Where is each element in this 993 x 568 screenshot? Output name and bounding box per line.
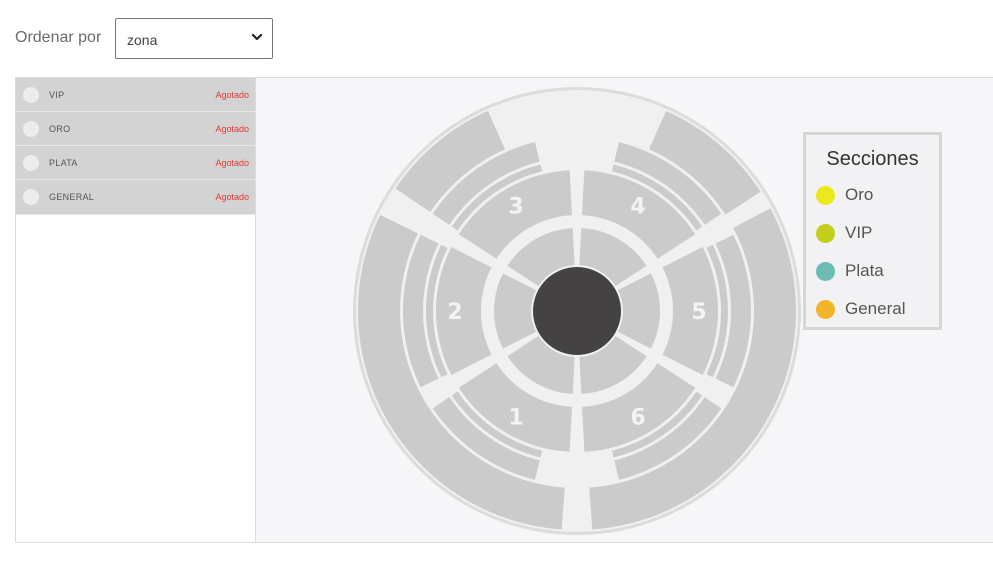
section-number: 3 [508,194,523,219]
zone-row-plata[interactable]: PLATA Agotado [16,146,255,180]
zone-list: VIP Agotado ORO Agotado PLATA Agotado GE… [16,78,256,542]
section-number: 2 [447,300,462,325]
sort-by-label: Ordenar por [15,29,102,46]
section-number: 1 [508,406,523,431]
legend-label: Oro [845,185,874,204]
zone-status: Agotado [215,192,249,202]
legend-swatch [816,262,835,281]
chevron-down-icon [251,33,263,41]
zone-status: Agotado [215,90,249,100]
zone-name: GENERAL [49,192,95,202]
zone-name: PLATA [49,158,78,168]
zone-row-general[interactable]: GENERAL Agotado [16,180,255,215]
sort-select[interactable]: zona [115,18,273,59]
zone-status: Agotado [215,158,249,168]
zone-status: Agotado [215,124,249,134]
zone-name: ORO [49,124,71,134]
zone-row-oro[interactable]: ORO Agotado [16,112,255,146]
sections-legend: Secciones Oro VIP Plata General [803,132,942,330]
zone-radio[interactable] [23,189,39,205]
legend-title: Secciones [826,148,919,170]
legend-swatch [816,224,835,243]
stage [533,267,621,355]
section-number: 5 [691,300,706,325]
sort-select-value: zona [127,32,158,48]
legend-swatch [816,300,835,319]
legend-label: Plata [845,261,884,280]
zone-radio[interactable] [23,87,39,103]
legend-swatch [816,186,835,205]
legend-label: General [845,299,906,318]
section-number: 6 [630,406,645,431]
section-number: 4 [630,194,645,219]
legend-label: VIP [845,223,873,242]
zone-radio[interactable] [23,121,39,137]
zone-radio[interactable] [23,155,39,171]
zone-row-vip[interactable]: VIP Agotado [16,78,255,112]
zone-name: VIP [49,90,65,100]
